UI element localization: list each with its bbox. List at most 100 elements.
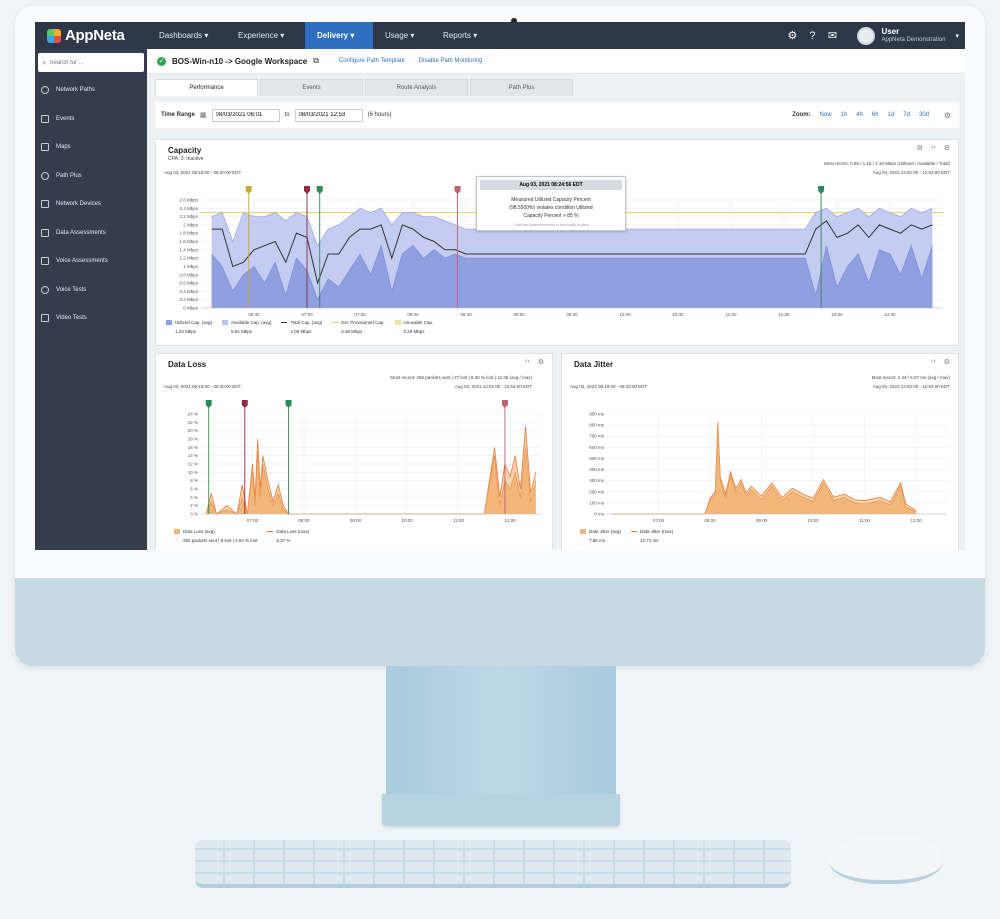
external-link-icon[interactable]: ⧉ <box>313 56 319 66</box>
zoom-4h[interactable]: 4h <box>856 112 863 118</box>
zoom-1d[interactable]: 1d <box>888 112 895 118</box>
y-tick-label: 100 ms <box>589 500 605 505</box>
legend-jitter-max[interactable]: Data Jitter (max) 12.71 ms <box>631 529 673 543</box>
voice-assessments-icon <box>41 257 49 266</box>
zoom-6h[interactable]: 6h <box>872 112 879 118</box>
user-org: AppNeta Demonstration <box>881 36 946 43</box>
legend-loss-avg[interactable]: Data Loss (avg) 282 packets sent | 8 lost… <box>174 529 257 543</box>
zoom-now[interactable]: Now <box>820 112 832 118</box>
settings-icon[interactable]: ⚙ <box>785 29 799 43</box>
screen: AppNeta Dashboards ▾ Experience ▾ Delive… <box>35 22 965 550</box>
y-tick-label: 1.4 Mbps <box>179 247 198 252</box>
legend-unusable[interactable]: Unusable Cap. 0.29 Mbps <box>394 320 433 334</box>
data-jitter-chart: 0 ms 100 ms 200 ms 300 ms 400 ms 500 ms 600 ms… <box>589 412 947 523</box>
time-range-start[interactable] <box>211 108 280 122</box>
y-tick-label: 800 ms <box>589 423 605 428</box>
zoom-7d[interactable]: 7d <box>903 112 910 118</box>
video-tests-icon <box>41 314 49 323</box>
tooltip-footer: * click the hovered element or text tool… <box>512 223 590 227</box>
y-tick-label: 20 % <box>188 428 198 433</box>
data-loss-legend: Data Loss (avg) 282 packets sent | 8 lost… <box>174 529 309 543</box>
sidebar-item-label: Network Devices <box>56 201 102 208</box>
events-icon <box>41 114 49 123</box>
legend-available[interactable]: Available Cap. (avg) 5.84 Mbps <box>222 320 271 334</box>
disable-path-monitoring-link[interactable]: Disable Path Monitoring <box>419 58 483 64</box>
sidebar-item-data-assessments[interactable]: Data Assessments <box>35 219 147 248</box>
x-tick-label: 09:00 <box>513 312 525 317</box>
legend-total[interactable]: Total Cap. (avg) 2.09 Mbps <box>281 320 322 334</box>
sidebar-item-voice-tests[interactable]: Voice Tests <box>35 276 147 305</box>
legend-value: 2.09 Mbps <box>290 329 312 334</box>
legend-swatch <box>281 322 288 323</box>
legend-label: Data Jitter (avg) <box>589 529 622 534</box>
time-range-end[interactable] <box>294 108 363 122</box>
legend-loss-max[interactable]: Data Loss (max) 6.37 % <box>267 529 309 543</box>
sidebar-item-label: Events <box>56 115 75 122</box>
legend-provisioned[interactable]: Est. Provisioned Cap. 2.38 Mbps <box>332 320 385 334</box>
legend-value: 5.84 Mbps <box>231 329 253 334</box>
y-tick-label: 8 % <box>190 478 198 483</box>
event-flag-icon <box>501 400 508 408</box>
legend-swatch <box>394 320 401 325</box>
legend-label: Data Jitter (max) <box>640 529 674 534</box>
x-tick-label: 11:00 <box>726 312 737 317</box>
gear-icon[interactable]: ⚙ <box>944 111 951 120</box>
nav-delivery[interactable]: Delivery ▾ <box>305 22 373 49</box>
sidebar-item-maps[interactable]: Maps <box>35 133 147 162</box>
keyboard <box>195 840 791 888</box>
tab-events[interactable]: Events <box>260 79 363 96</box>
calendar-icon[interactable]: ▦ <box>200 111 207 119</box>
event-flag-icon <box>241 400 248 408</box>
appneta-logo[interactable]: AppNeta <box>47 27 125 44</box>
configure-path-template-link[interactable]: Configure Path Template <box>339 58 405 64</box>
sidebar-item-path-plus[interactable]: Path Plus <box>35 162 147 191</box>
x-tick-label: 08:00 <box>407 312 419 317</box>
time-range-label: Time Range <box>161 112 195 118</box>
zoom-30d[interactable]: 30d <box>919 112 929 118</box>
legend-label: Available Cap. (avg) <box>231 320 272 325</box>
y-tick-label: 14 % <box>188 453 198 458</box>
notifications-icon[interactable]: ✉ <box>825 29 839 43</box>
avatar[interactable] <box>857 26 876 45</box>
sidebar-item-network-paths[interactable]: Network Paths <box>35 76 147 105</box>
time-range-bar: Time Range ▦ to (6 hours) Zoom: Now 1h 4… <box>155 102 959 128</box>
nav-usage[interactable]: Usage ▾ <box>373 22 431 49</box>
tab-performance[interactable]: Performance <box>155 79 258 96</box>
path-header: ✓ BOS-Win-n10 -> Google Workspace ⧉ Conf… <box>147 49 965 74</box>
event-flag-icon <box>285 400 292 408</box>
legend-jitter-avg[interactable]: Data Jitter (avg) 7.86 ms <box>580 529 621 543</box>
x-tick-label: 12:00 <box>910 518 922 523</box>
user-menu[interactable]: User AppNeta Demonstration <box>881 27 945 45</box>
nav-dashboards[interactable]: Dashboards ▾ <box>147 22 226 49</box>
legend-label: Utilized Cap. (avg) <box>175 320 213 325</box>
x-tick-label: 12:00 <box>504 518 516 523</box>
data-jitter-legend: Data Jitter (avg) 7.86 ms Data Jitter (ma… <box>580 529 673 543</box>
mouse <box>829 834 943 884</box>
tab-route-analysis[interactable]: Route Analysis <box>365 79 468 96</box>
zoom-controls: Zoom: Now 1h 4h 6h 1d 7d 30d <box>792 112 929 118</box>
tab-path-plus[interactable]: Path Plus <box>470 79 573 96</box>
sidebar-item-events[interactable]: Events <box>35 105 147 134</box>
sidebar-item-network-devices[interactable]: Network Devices <box>35 190 147 219</box>
zoom-label: Zoom: <box>792 112 811 118</box>
sidebar-item-label: Network Paths <box>56 87 96 94</box>
data-assessments-icon <box>41 228 49 237</box>
legend-utilized[interactable]: Utilized Cap. (avg) 1.23 Mbps <box>166 320 212 334</box>
nav-experience[interactable]: Experience ▾ <box>226 22 305 49</box>
chevron-down-icon[interactable]: ▾ <box>955 32 959 40</box>
y-tick-label: 2 Mbps <box>183 222 199 227</box>
nav-reports[interactable]: Reports ▾ <box>431 22 507 49</box>
x-tick-label: 11:00 <box>859 518 870 523</box>
help-icon[interactable]: ? <box>805 29 819 43</box>
sidebar-item-video-tests[interactable]: Video Tests <box>35 304 147 333</box>
search-input[interactable] <box>49 59 130 66</box>
x-tick-label: 07:30 <box>354 312 366 317</box>
zoom-1h[interactable]: 1h <box>841 112 848 118</box>
x-tick-label: 06:30 <box>248 312 260 317</box>
sidebar-item-voice-assessments[interactable]: Voice Assessments <box>35 247 147 276</box>
y-tick-label: 22 % <box>188 420 198 425</box>
maps-icon <box>41 143 49 152</box>
sidebar-item-label: Maps <box>56 144 71 151</box>
legend-label: Data Loss (avg) <box>183 529 215 534</box>
top-nav: AppNeta Dashboards ▾ Experience ▾ Delive… <box>35 22 965 49</box>
